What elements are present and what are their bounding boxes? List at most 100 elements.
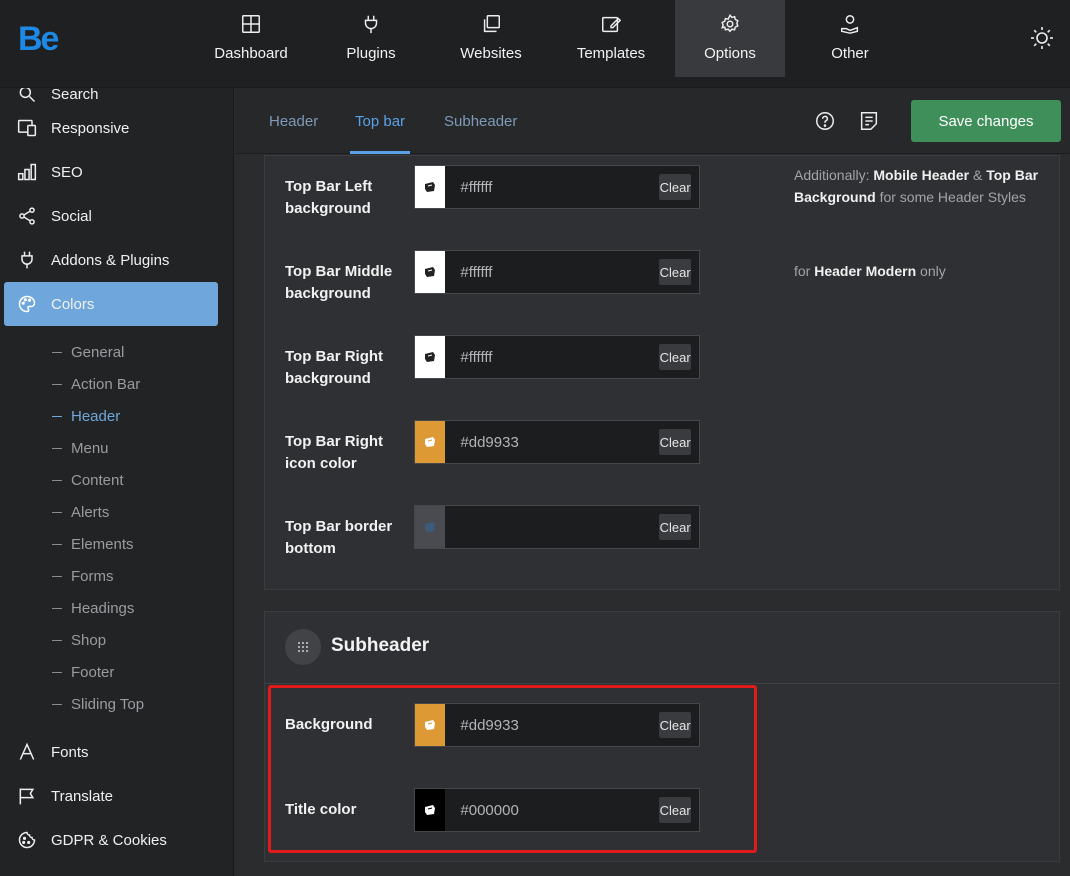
nav-plugins-label: Plugins — [346, 45, 396, 62]
sidebar: Search Responsive SEO Social Addons & Pl… — [0, 88, 234, 876]
sidebar-subitem-forms[interactable]: Forms — [52, 565, 114, 587]
paint-icon — [425, 522, 436, 532]
nav-other[interactable]: Other — [795, 0, 905, 77]
sidebar-subitem-label: Action Bar — [71, 375, 141, 393]
field-label: Top Bar Left background — [285, 178, 373, 217]
dash-icon — [52, 543, 62, 545]
hex-input[interactable] — [445, 251, 660, 293]
sidebar-subitem-label: Alerts — [71, 503, 110, 521]
dash-icon — [52, 415, 62, 417]
clear-button[interactable]: Clear — [659, 174, 691, 200]
field-label: Top Bar Right icon color — [285, 433, 384, 472]
sidebar-subitem-shop[interactable]: Shop — [52, 629, 106, 651]
logo[interactable]: Be — [18, 20, 59, 59]
nav-templates[interactable]: Templates — [556, 0, 666, 77]
nav-websites[interactable]: Websites — [436, 0, 546, 77]
paint-icon — [425, 182, 436, 192]
tab-label: Header — [269, 112, 319, 130]
sidebar-subitem-headings[interactable]: Headings — [52, 597, 134, 619]
hex-input[interactable] — [445, 336, 660, 378]
sidebar-item-label: Translate — [51, 787, 113, 805]
field-label: Top Bar Middle background — [285, 263, 393, 302]
nav-plugins[interactable]: Plugins — [316, 0, 426, 77]
sidebar-subitem-alerts[interactable]: Alerts — [52, 501, 109, 523]
sidebar-subitem-elements[interactable]: Elements — [52, 533, 134, 555]
nav-dashboard[interactable]: Dashboard — [196, 0, 306, 77]
sidebar-subitem-label: Header — [71, 407, 121, 425]
paint-icon — [425, 267, 436, 277]
sidebar-subitem-header[interactable]: Header — [52, 405, 120, 427]
color-swatch[interactable] — [415, 506, 446, 548]
save-button[interactable]: Save changes — [911, 100, 1061, 142]
tab-label: Top bar — [355, 112, 406, 130]
clear-button[interactable]: Clear — [659, 259, 691, 285]
clear-button[interactable]: Clear — [659, 344, 691, 370]
field-label: Top Bar border bottom — [285, 518, 393, 557]
color-picker-top-bar-border: Clear — [414, 505, 700, 549]
sidebar-subitem-action-bar[interactable]: Action Bar — [52, 373, 140, 395]
nav-options[interactable]: Options — [675, 0, 785, 77]
notes-icon[interactable] — [858, 110, 880, 132]
hex-input[interactable] — [445, 421, 660, 463]
paint-icon — [425, 352, 436, 362]
sidebar-subitem-label: Forms — [71, 567, 114, 585]
help-note-top-bar-left: Additionally: Mobile Header & Top Bar Ba… — [794, 167, 1039, 205]
flag-icon — [19, 788, 35, 805]
dash-icon — [52, 383, 62, 385]
drag-handle-icon[interactable] — [285, 629, 321, 665]
sidebar-item-social[interactable]: Social — [4, 194, 218, 238]
sidebar-subitem-sliding-top[interactable]: Sliding Top — [52, 693, 144, 715]
hex-input[interactable] — [445, 506, 660, 548]
sun-icon[interactable] — [1030, 26, 1054, 50]
paint-icon — [425, 437, 436, 447]
tab-header[interactable]: Header — [269, 88, 318, 154]
responsive-icon — [17, 119, 37, 137]
clear-button[interactable]: Clear — [659, 429, 691, 455]
sidebar-subitem-general[interactable]: General — [52, 341, 124, 363]
tab-subheader[interactable]: Subheader — [444, 88, 517, 154]
grid-dots-icon — [298, 642, 308, 652]
sidebar-item-label: Social — [51, 207, 92, 225]
sidebar-item-label: GDPR & Cookies — [51, 831, 167, 849]
nav-websites-label: Websites — [460, 45, 522, 62]
top-navigation: Be Dashboard Plugins Websites Templates … — [0, 0, 1070, 88]
tab-top-bar[interactable]: Top bar — [350, 88, 411, 154]
sidebar-item-translate[interactable]: Translate — [4, 774, 218, 818]
dash-icon — [52, 447, 62, 449]
dash-icon — [52, 607, 62, 609]
color-swatch[interactable] — [415, 251, 446, 293]
dash-icon — [52, 639, 62, 641]
font-icon — [19, 742, 35, 760]
sidebar-item-colors[interactable]: Colors — [4, 282, 218, 326]
sidebar-item-responsive[interactable]: Responsive — [4, 106, 218, 150]
dash-icon — [52, 479, 62, 481]
sidebar-item-gdpr[interactable]: GDPR & Cookies — [4, 818, 218, 862]
sidebar-subitem-label: Content — [71, 471, 124, 489]
color-swatch[interactable] — [415, 421, 446, 463]
nav-options-label: Options — [704, 45, 756, 62]
gear-icon — [721, 13, 739, 33]
sidebar-item-fonts[interactable]: Fonts — [4, 730, 218, 774]
hex-input[interactable] — [445, 166, 660, 208]
nav-dashboard-label: Dashboard — [214, 45, 288, 62]
dashboard-icon — [242, 15, 260, 33]
clear-button[interactable]: Clear — [659, 514, 691, 540]
sidebar-subitem-label: Menu — [71, 439, 109, 457]
share-icon — [19, 207, 35, 225]
sidebar-item-label: Fonts — [51, 743, 89, 761]
sidebar-item-seo[interactable]: SEO — [4, 150, 218, 194]
dash-icon — [52, 351, 62, 353]
color-swatch[interactable] — [415, 336, 446, 378]
sidebar-subitem-label: Headings — [71, 599, 135, 617]
sidebar-subitem-label: General — [71, 343, 125, 361]
help-note-top-bar-middle: for Header Modern only — [794, 263, 946, 279]
active-tab-indicator — [350, 151, 411, 154]
color-swatch[interactable] — [415, 166, 446, 208]
sidebar-subitem-content[interactable]: Content — [52, 469, 124, 491]
sidebar-subitem-footer[interactable]: Footer — [52, 661, 114, 683]
sidebar-item-label: SEO — [51, 163, 83, 181]
sidebar-item-addons[interactable]: Addons & Plugins — [4, 238, 218, 282]
sidebar-subitem-menu[interactable]: Menu — [52, 437, 109, 459]
help-icon[interactable] — [814, 110, 836, 132]
color-picker-top-bar-right: Clear — [414, 335, 700, 379]
